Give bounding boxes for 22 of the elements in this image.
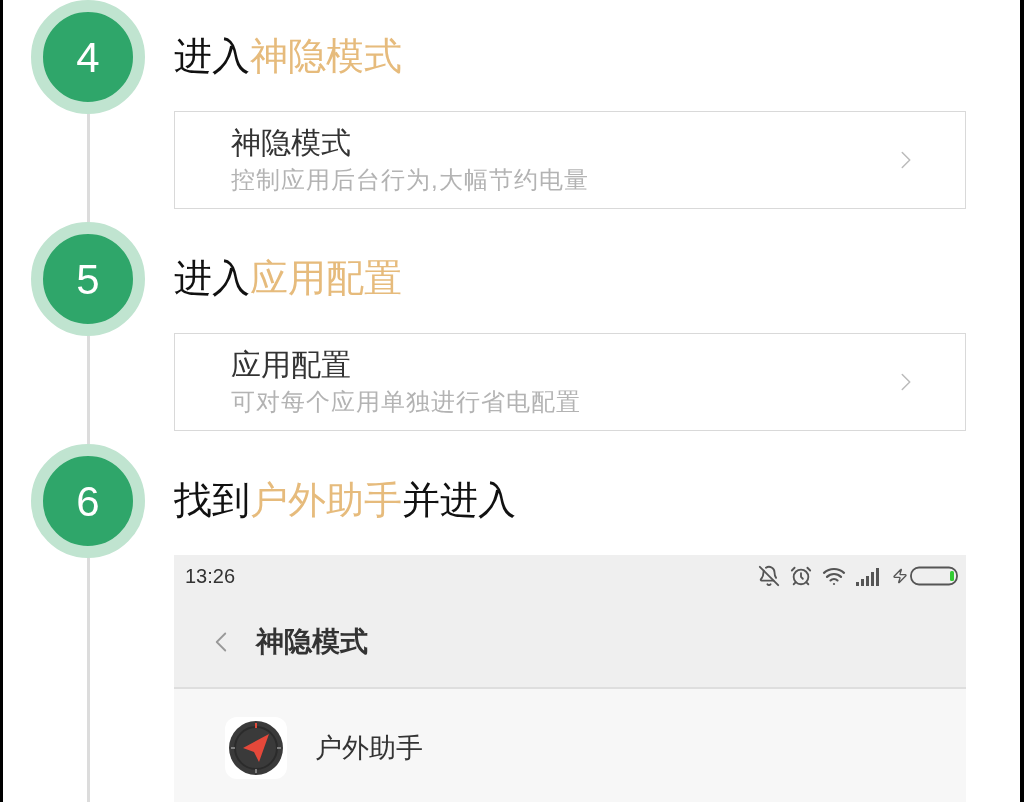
setting-item[interactable]: 神隐模式 控制应用后台行为,大幅节约电量 — [174, 111, 966, 209]
step-number-badge: 6 — [31, 444, 145, 558]
step-title: 进入应用配置 — [174, 256, 402, 301]
step-title: 找到户外助手并进入 — [174, 478, 516, 523]
signal-icon — [856, 566, 882, 586]
step-title: 进入神隐模式 — [174, 34, 402, 79]
step-number-badge: 4 — [31, 0, 145, 114]
setting-title: 应用配置 — [231, 347, 352, 383]
compass-app-icon — [225, 717, 287, 779]
bell-off-icon — [758, 565, 780, 587]
battery-icon — [910, 566, 958, 586]
setting-title: 神隐模式 — [231, 125, 352, 161]
app-list-item[interactable]: 户外助手 — [174, 689, 966, 802]
alarm-clock-icon — [790, 565, 812, 587]
setting-description: 控制应用后台行为,大幅节约电量 — [231, 165, 590, 195]
app-name: 户外助手 — [315, 731, 423, 765]
screen-title: 神隐模式 — [256, 625, 368, 659]
status-time: 13:26 — [185, 564, 236, 589]
step-number-badge: 5 — [31, 222, 145, 336]
lightning-icon — [892, 568, 908, 584]
setting-item[interactable]: 应用配置 可对每个应用单独进行省电配置 — [174, 333, 966, 431]
setting-description: 可对每个应用单独进行省电配置 — [231, 387, 582, 417]
